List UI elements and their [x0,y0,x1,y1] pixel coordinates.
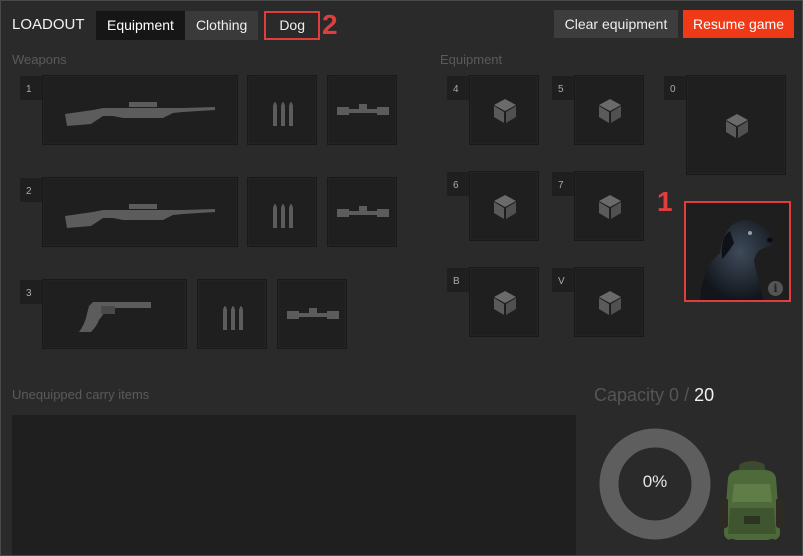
backpack-icon [720,461,784,544]
slot-number: V [552,268,574,292]
equipment-slot-6[interactable] [469,171,539,241]
slot-number: 1 [20,76,42,100]
rifle-icon [65,204,215,228]
capacity-percent: 0% [642,472,668,491]
ammo-icon [273,102,293,126]
capacity-current: 0 [669,385,680,405]
equipment-slot-4[interactable] [469,75,539,145]
ammo-icon [223,306,243,330]
scope-slot-1[interactable] [327,75,397,145]
capacity-max: 20 [694,385,715,405]
tab-bar: Equipment Clothing Dog [96,11,320,40]
rifle-icon [65,102,215,126]
weapon-slot-3[interactable] [42,279,187,349]
equipment-slot-b[interactable] [469,267,539,337]
cube-icon [599,99,621,123]
scope-icon [337,104,389,115]
carry-items-label: Unequipped carry items [12,387,150,402]
scope-icon [287,308,339,319]
scope-icon [337,206,389,217]
dog-slot[interactable]: i [684,201,791,302]
slot-number: 3 [20,280,42,304]
tab-dog[interactable]: Dog [264,11,320,40]
slot-number: B [447,268,469,292]
equipment-slot-v[interactable] [574,267,644,337]
scope-slot-2[interactable] [327,177,397,247]
cube-icon [726,114,748,138]
clear-equipment-button[interactable]: Clear equipment [554,10,678,38]
capacity-label: Capacity [594,385,665,405]
weapons-label: Weapons [12,52,67,67]
revolver-icon [79,302,151,332]
slot-number: 0 [664,76,686,100]
cube-icon [599,291,621,315]
cube-icon [494,195,516,219]
ammo-icon [273,204,293,228]
cube-icon [599,195,621,219]
capacity-readout: Capacity 0 / 20 [594,385,714,406]
annotation-marker-2: 2 [322,9,338,40]
ammo-slot-2[interactable] [247,177,317,247]
capacity-separator: / [679,385,695,405]
tab-equipment[interactable]: Equipment [96,11,185,40]
equipment-label: Equipment [440,52,503,67]
resume-game-button[interactable]: Resume game [683,10,794,38]
cube-icon [494,291,516,315]
slot-number: 7 [552,172,574,196]
slot-number: 4 [447,76,469,100]
slot-number: 6 [447,172,469,196]
slot-number: 5 [552,76,574,100]
equipment-slot-7[interactable] [574,171,644,241]
page-title: LOADOUT [12,16,85,33]
equipment-slot-0[interactable] [686,75,786,175]
annotation-marker-1: 1 [657,186,673,217]
equipment-slot-5[interactable] [574,75,644,145]
info-icon[interactable]: i [768,281,783,296]
cube-icon [494,99,516,123]
slot-number: 2 [20,178,42,202]
carry-items-panel[interactable] [12,415,576,555]
weapon-slot-2[interactable] [42,177,238,247]
weapon-slot-1[interactable] [42,75,238,145]
scope-slot-3[interactable] [277,279,347,349]
ammo-slot-1[interactable] [247,75,317,145]
tab-clothing[interactable]: Clothing [184,11,259,40]
ammo-slot-3[interactable] [197,279,267,349]
